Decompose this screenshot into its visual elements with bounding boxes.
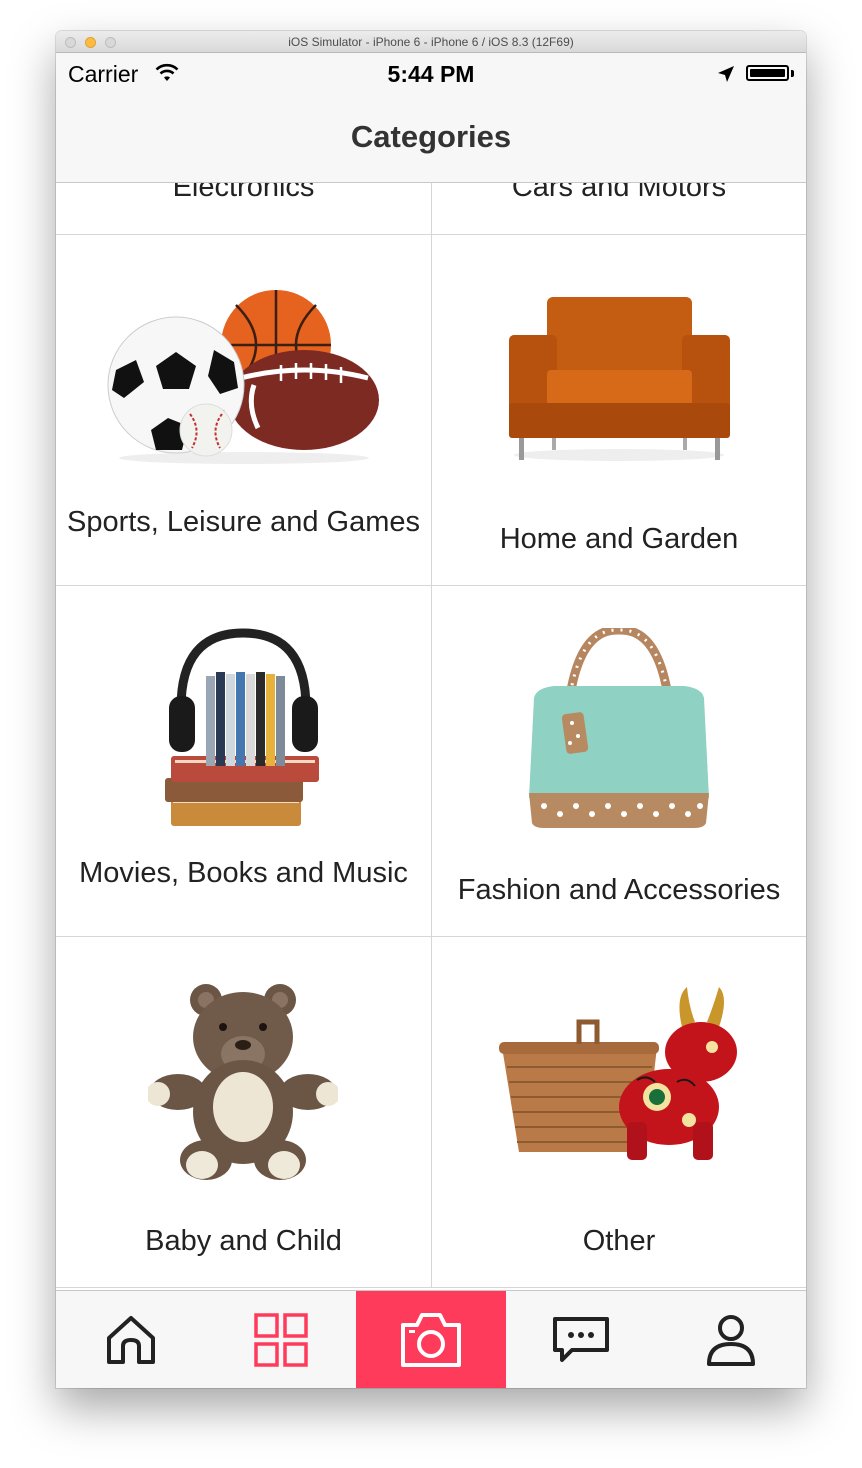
tab-bar xyxy=(56,1290,806,1388)
chat-icon xyxy=(553,1317,609,1362)
armchair-image xyxy=(509,297,730,461)
tab-categories[interactable] xyxy=(206,1291,356,1388)
category-label: Baby and Child xyxy=(145,1225,342,1257)
home-icon xyxy=(107,1316,155,1364)
camera-icon xyxy=(401,1313,461,1367)
status-bar: Carrier 5:44 PM xyxy=(56,53,806,93)
window-title: iOS Simulator - iPhone 6 - iPhone 6 / iO… xyxy=(288,35,574,49)
category-label: Cars and Motors xyxy=(511,183,727,203)
category-cell-electronics[interactable]: Electronics xyxy=(56,183,431,235)
category-cell-fashion-and-accessories[interactable]: Fashion and Accessories xyxy=(431,586,806,937)
category-cell-other[interactable]: Other xyxy=(431,937,806,1288)
basket-figurine-image xyxy=(499,987,737,1160)
handbag-image xyxy=(529,628,709,828)
page-title: Categories xyxy=(350,119,512,154)
battery-icon xyxy=(746,65,789,81)
tab-home[interactable] xyxy=(56,1291,206,1388)
category-label: Movies, Books and Music xyxy=(79,857,408,889)
status-time: 5:44 PM xyxy=(387,61,475,87)
category-label: Electronics xyxy=(172,183,315,203)
phone-screen: Carrier 5:44 PM Categories Electronics C… xyxy=(56,53,806,1388)
category-cell-sports[interactable]: Sports, Leisure and Games xyxy=(56,235,431,586)
window-titlebar: iOS Simulator - iPhone 6 - iPhone 6 / iO… xyxy=(56,31,806,53)
category-cell-movies-books-music[interactable]: Movies, Books and Music xyxy=(56,586,431,937)
categories-grid[interactable]: Electronics Cars and Motors Sports, Leis… xyxy=(56,183,806,1290)
category-label: Home and Garden xyxy=(499,523,739,555)
sports-balls-image xyxy=(107,290,379,464)
category-cell-cars-and-motors[interactable]: Cars and Motors xyxy=(431,183,806,235)
tab-messages[interactable] xyxy=(506,1291,656,1388)
tab-profile[interactable] xyxy=(656,1291,806,1388)
category-label: Sports, Leisure and Games xyxy=(66,506,420,538)
headphones-books-image xyxy=(165,628,319,826)
categories-grid-icon xyxy=(254,1313,308,1367)
simulator-window: iOS Simulator - iPhone 6 - iPhone 6 / iO… xyxy=(56,31,806,1388)
category-label: Fashion and Accessories xyxy=(457,874,781,906)
profile-icon xyxy=(707,1315,755,1366)
tab-camera[interactable] xyxy=(356,1291,506,1388)
category-cell-baby-and-child[interactable]: Baby and Child xyxy=(56,937,431,1288)
teddy-bear-image xyxy=(148,984,338,1180)
navigation-bar: Categories xyxy=(56,93,806,183)
location-arrow-icon xyxy=(716,64,736,89)
category-cell-home-and-garden[interactable]: Home and Garden xyxy=(431,235,806,586)
category-label: Other xyxy=(582,1225,656,1257)
